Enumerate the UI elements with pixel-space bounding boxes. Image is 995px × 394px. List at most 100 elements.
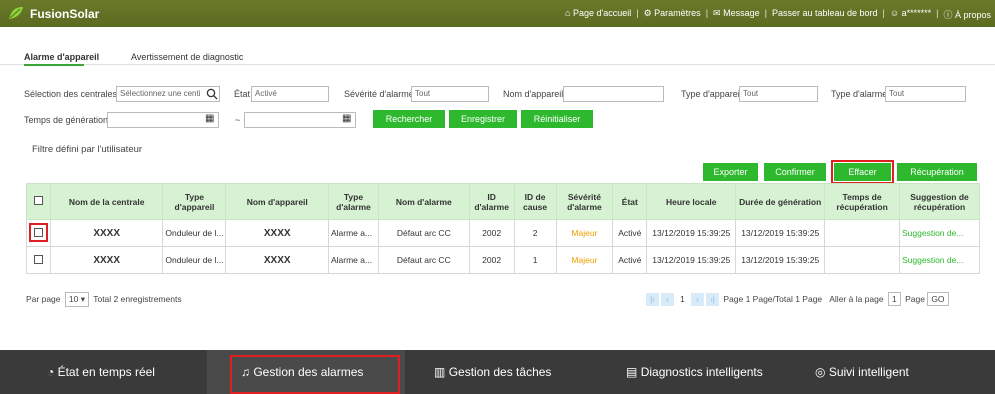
plants-placeholder: Sélectionnez une centi xyxy=(120,89,201,98)
table-row[interactable]: XXXX Onduleur de l... XXXX Alarme a... D… xyxy=(26,246,980,274)
device-name-input[interactable] xyxy=(563,86,664,102)
current-page[interactable]: 1 xyxy=(676,293,689,306)
column-header[interactable]: État xyxy=(612,183,648,220)
device-type-cell: Onduleur de l... xyxy=(162,246,227,274)
column-header[interactable]: Nom d'alarme xyxy=(377,183,470,220)
about-label: À propos xyxy=(954,10,991,20)
column-header[interactable]: ID de cause xyxy=(513,183,557,220)
save-button[interactable]: Enregistrer xyxy=(449,110,517,128)
alarm-name-cell: Défaut arc CC xyxy=(377,246,470,274)
range-separator: ~ xyxy=(235,115,241,125)
plants-select[interactable]: Sélectionnez une centi xyxy=(116,86,220,102)
column-header[interactable]: Nom d'appareil xyxy=(225,183,329,220)
row-checkbox[interactable] xyxy=(34,227,43,237)
leaf-logo-icon xyxy=(9,7,23,19)
message-link[interactable]: ✉ Message xyxy=(713,8,760,21)
device-name-cell: XXXX xyxy=(225,219,329,247)
bottom-nav-alarms[interactable]: ♫ Gestion des alarmes xyxy=(241,365,363,379)
alarm-type-cell: Alarme a... xyxy=(327,246,379,274)
highlight-box xyxy=(29,222,48,242)
column-header[interactable]: Durée de génération xyxy=(735,183,826,220)
tab-diagnostic-warning[interactable]: Avertissement de diagnostic xyxy=(131,52,243,62)
bottom-nav-label: Diagnostics intelligents xyxy=(640,365,763,379)
tracking-icon: ◎ xyxy=(815,365,826,379)
column-header[interactable]: Sévérité d'alarme xyxy=(555,183,614,220)
confirm-button[interactable]: Confirmer xyxy=(764,163,826,181)
alarm-type-cell: Alarme a... xyxy=(327,219,379,247)
plant-name-cell: XXXX xyxy=(49,246,164,274)
severity-select[interactable]: Tout xyxy=(411,86,489,102)
column-header[interactable]: Suggestion de récupération xyxy=(899,183,980,220)
bottom-nav-label: Gestion des alarmes xyxy=(253,365,364,379)
row-checkbox[interactable] xyxy=(34,254,43,264)
next-page-icon[interactable]: › xyxy=(691,293,704,306)
alarm-table: Nom de la centrale Type d'appareil Nom d… xyxy=(26,183,980,274)
table-row[interactable]: XXXX Onduleur de l... XXXX Alarme a... D… xyxy=(26,219,980,247)
reset-button[interactable]: Réinitialiser xyxy=(521,110,593,128)
bottom-nav-realtime[interactable]: ◔ État en temps réel xyxy=(47,365,155,379)
local-time-cell: 13/12/2019 15:39:25 xyxy=(646,246,737,274)
per-page-select[interactable]: 10 ▾ xyxy=(64,292,89,307)
recovery-time-cell xyxy=(824,219,900,247)
brand-name: FusionSolar xyxy=(30,7,100,21)
go-button[interactable]: GO xyxy=(927,292,949,306)
column-header[interactable]: Temps de récupération xyxy=(824,183,900,220)
table-header-row: Nom de la centrale Type d'appareil Nom d… xyxy=(26,183,980,220)
suggestion-link[interactable]: Suggestion de... xyxy=(899,246,980,274)
top-nav: ⌂ Page d'accueil | ⚙ Paramètres | ✉ Mess… xyxy=(565,8,991,21)
select-all-checkbox[interactable] xyxy=(34,196,43,205)
goto-input[interactable]: 1 xyxy=(887,292,901,306)
first-page-icon[interactable]: |‹ xyxy=(646,293,659,306)
bottom-nav-label: Suivi intelligent xyxy=(828,365,909,379)
device-type-cell: Onduleur de l... xyxy=(162,219,227,247)
tasks-icon: ▥ xyxy=(434,365,446,379)
device-type-select[interactable]: Tout xyxy=(739,86,818,102)
about-link[interactable]: ⓘ À propos xyxy=(943,8,991,21)
tab-device-alarm[interactable]: Alarme d'appareil xyxy=(24,52,99,62)
column-header[interactable]: Heure locale xyxy=(646,183,737,220)
end-time-input[interactable] xyxy=(244,112,356,128)
search-icon[interactable] xyxy=(206,88,218,100)
bottom-nav-tasks[interactable]: ▥ Gestion des tâches xyxy=(434,365,551,379)
state-select[interactable]: Activé xyxy=(251,86,329,102)
row-select-cell xyxy=(26,246,51,274)
page-info: Page 1 Page/Total 1 Page xyxy=(723,294,823,304)
gauge-icon: ◔ xyxy=(47,365,55,379)
calendar-icon[interactable]: ▦ xyxy=(205,113,214,124)
alarm-type-select[interactable]: Tout xyxy=(885,86,966,102)
column-header[interactable]: Type d'appareil xyxy=(162,183,227,220)
recovery-time-cell xyxy=(824,246,900,274)
state-label: État xyxy=(234,89,251,99)
start-time-input[interactable] xyxy=(107,112,219,128)
settings-link[interactable]: ⚙ Paramètres xyxy=(644,8,701,21)
user-link[interactable]: ☺ a******* xyxy=(890,8,931,21)
recover-button[interactable]: Récupération xyxy=(897,163,977,181)
bottom-nav-tracking[interactable]: ◎ Suivi intelligent xyxy=(815,365,909,379)
bottom-nav-diagnostics[interactable]: ▤ Diagnostics intelligents xyxy=(626,365,763,379)
custom-filter-label: Filtre défini par l'utilisateur xyxy=(32,144,143,155)
last-page-icon[interactable]: ›| xyxy=(706,293,719,306)
device-type-label: Type d'appareil xyxy=(681,89,742,99)
severity-cell: Majeur xyxy=(555,246,614,274)
home-link[interactable]: ⌂ Page d'accueil xyxy=(565,8,631,21)
clear-button[interactable]: Effacer xyxy=(831,160,894,184)
suggestion-link[interactable]: Suggestion de... xyxy=(899,219,980,247)
row-select-cell xyxy=(26,219,51,247)
column-header[interactable]: ID d'alarme xyxy=(468,183,515,220)
gen-time-cell: 13/12/2019 15:39:25 xyxy=(735,219,826,247)
bottom-nav-label: État en temps réel xyxy=(57,365,155,379)
calendar-icon[interactable]: ▦ xyxy=(342,113,351,124)
search-button[interactable]: Rechercher xyxy=(373,110,445,128)
per-page-value: 10 xyxy=(68,294,79,304)
home-label: Page d'accueil xyxy=(572,8,632,18)
column-header[interactable]: Type d'alarme xyxy=(327,183,379,220)
export-button[interactable]: Exporter xyxy=(703,163,758,181)
per-page-label: Par page xyxy=(26,294,61,304)
alarm-type-label: Type d'alarme xyxy=(831,89,888,99)
prev-page-icon[interactable]: ‹ xyxy=(661,293,674,306)
column-header[interactable]: Nom de la centrale xyxy=(49,183,164,220)
active-tab-indicator xyxy=(24,64,84,66)
goto-label: Aller à la page xyxy=(829,294,884,304)
diagnostic-icon: ▤ xyxy=(626,365,638,379)
dashboard-link[interactable]: Passer au tableau de bord xyxy=(772,8,878,21)
